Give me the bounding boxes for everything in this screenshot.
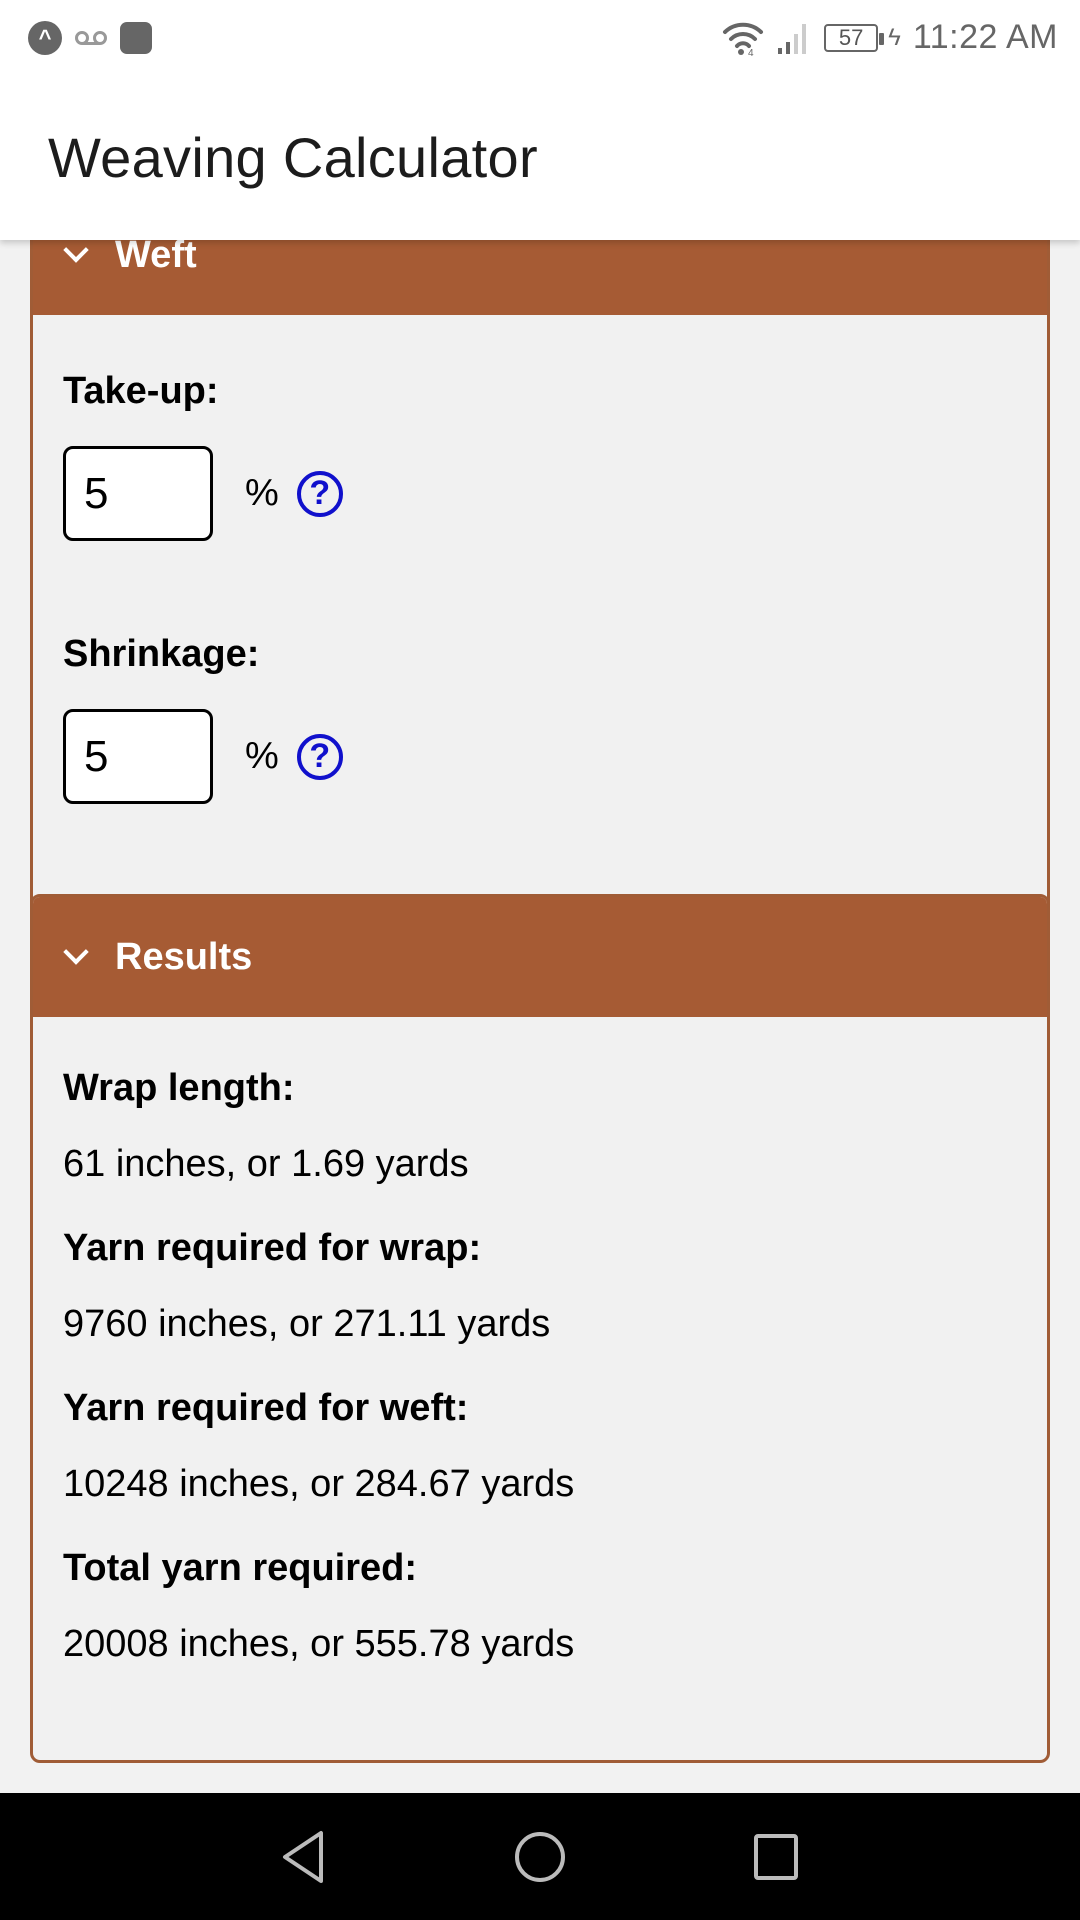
battery-level: 57 — [838, 24, 864, 50]
shrinkage-row: % ? — [63, 709, 1047, 804]
result-label: Yarn required for wrap: — [63, 1227, 482, 1269]
status-time: 11:22 AM — [912, 18, 1058, 56]
take-up-row: % ? — [63, 446, 1047, 541]
take-up-input[interactable] — [63, 446, 213, 541]
app-notification-icon: ^ — [28, 20, 62, 55]
recents-button[interactable] — [746, 1827, 806, 1887]
square-notification-icon — [120, 21, 152, 54]
result-value: 9760 inches, or 271.11 yards — [63, 1303, 551, 1345]
help-icon[interactable]: ? — [296, 470, 343, 517]
back-button[interactable] — [274, 1827, 334, 1887]
wifi-icon: 4 — [723, 22, 764, 56]
recents-icon — [754, 1833, 798, 1880]
weft-section-title: Weft — [115, 240, 197, 276]
chevron-down-icon — [63, 939, 89, 965]
shrinkage-unit: % — [245, 735, 279, 777]
result-yarn-weft: Yarn required for weft: 10248 inches, or… — [63, 1387, 1017, 1519]
svg-text:4: 4 — [748, 48, 754, 56]
shrinkage-label: Shrinkage: — [63, 633, 260, 675]
shrinkage-input[interactable] — [63, 709, 213, 804]
shrinkage-field: Shrinkage: % ? — [33, 633, 1047, 804]
home-button[interactable] — [510, 1827, 570, 1887]
status-bar-left: ^ — [28, 20, 164, 55]
back-icon — [283, 1830, 323, 1883]
result-value: 20008 inches, or 555.78 yards — [63, 1623, 575, 1665]
app-bar: Weaving Calculator — [0, 75, 1080, 240]
battery-icon: 57 — [824, 23, 885, 52]
page-title: Weaving Calculator — [48, 126, 538, 189]
status-bar: ^ 4 57 ϟ 11:22 AM — [0, 0, 1080, 75]
result-value: 10248 inches, or 284.67 yards — [63, 1463, 575, 1505]
result-label: Wrap length: — [63, 1067, 295, 1109]
result-value: 61 inches, or 1.69 yards — [63, 1143, 469, 1185]
charging-icon: ϟ — [888, 23, 901, 51]
content-scroll-area[interactable]: Weft Take-up: % ? Shrinkage: % ? Results — [0, 240, 1080, 1793]
results-section-header[interactable]: Results — [33, 897, 1047, 1017]
results-section: Results Wrap length: 61 inches, or 1.69 … — [30, 894, 1050, 1763]
status-bar-right: 4 57 ϟ 11:22 AM — [710, 18, 1058, 57]
voicemail-icon — [75, 30, 107, 45]
cellular-signal-icon — [778, 23, 807, 54]
take-up-field: Take-up: % ? — [33, 370, 1047, 541]
result-label: Yarn required for weft: — [63, 1387, 469, 1429]
navigation-bar — [0, 1793, 1080, 1920]
take-up-label: Take-up: — [63, 370, 219, 412]
weft-section-header[interactable]: Weft — [33, 240, 1047, 315]
result-total-yarn: Total yarn required: 20008 inches, or 55… — [63, 1547, 1017, 1679]
result-wrap-length: Wrap length: 61 inches, or 1.69 yards — [63, 1067, 1017, 1199]
home-icon — [515, 1831, 565, 1882]
result-label: Total yarn required: — [63, 1547, 418, 1589]
chevron-down-icon — [63, 240, 89, 263]
results-body: Wrap length: 61 inches, or 1.69 yards Ya… — [33, 1017, 1047, 1679]
take-up-unit: % — [245, 472, 279, 514]
help-icon[interactable]: ? — [296, 733, 343, 780]
results-section-title: Results — [115, 935, 253, 978]
result-yarn-wrap: Yarn required for wrap: 9760 inches, or … — [63, 1227, 1017, 1359]
